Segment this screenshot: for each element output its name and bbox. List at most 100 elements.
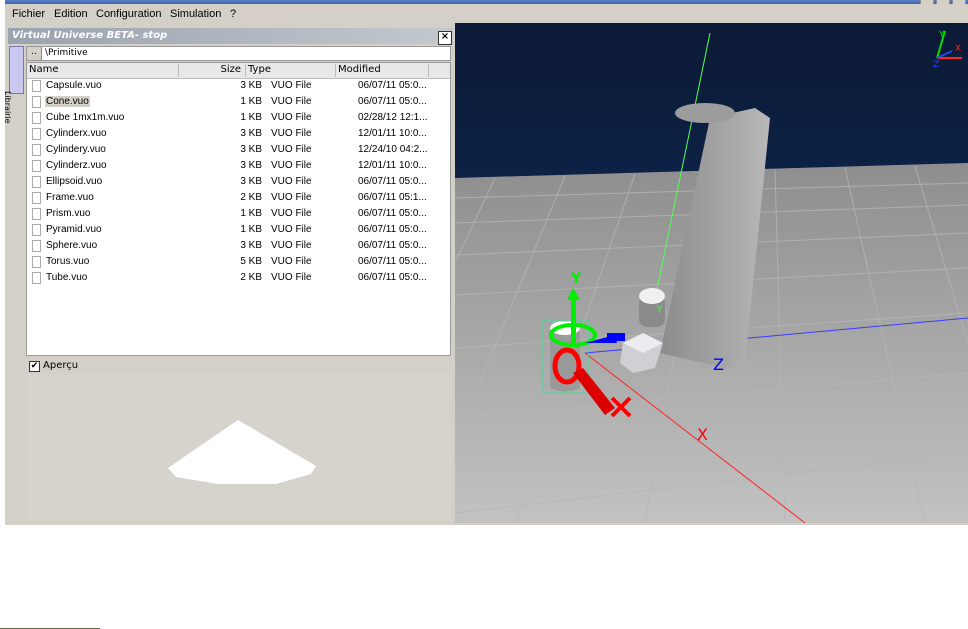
file-icon — [32, 96, 41, 108]
capsule-top — [639, 288, 665, 304]
file-row[interactable]: Sphere.vuo 3 KB VUO File 06/07/11 05:0... — [27, 238, 450, 254]
file-size: 3 KB — [240, 128, 262, 139]
file-icon — [32, 160, 41, 172]
file-modified: 06/07/11 05:0... — [358, 80, 427, 91]
file-icon — [32, 256, 41, 268]
capsule-axis-y-label: Y — [655, 303, 663, 316]
3d-viewport[interactable]: Y Z X Y Y X Z — [455, 23, 968, 523]
file-name: Torus.vuo — [46, 256, 90, 267]
file-row[interactable]: Capsule.vuo 3 KB VUO File 06/07/11 05:0... — [27, 78, 450, 94]
file-row[interactable]: Cylinderx.vuo 3 KB VUO File 12/01/11 10:0..… — [27, 126, 450, 142]
cone-shape — [168, 420, 316, 484]
file-type: VUO File — [271, 128, 312, 139]
file-row[interactable]: Pyramid.vuo 1 KB VUO File 06/07/11 05:0... — [27, 222, 450, 238]
y-move-handle[interactable] — [571, 298, 576, 343]
file-size: 3 KB — [240, 176, 262, 187]
current-path: \Primitive — [45, 48, 88, 58]
file-row[interactable]: Cylinderz.vuo 3 KB VUO File 12/01/11 10:0..… — [27, 158, 450, 174]
file-name: Pyramid.vuo — [46, 224, 102, 235]
file-name: Capsule.vuo — [46, 80, 102, 91]
file-row[interactable]: Ellipsoid.vuo 3 KB VUO File 06/07/11 05:0..… — [27, 174, 450, 190]
file-row[interactable]: Cylindery.vuo 3 KB VUO File 12/24/10 04:2..… — [27, 142, 450, 158]
menu-fichier[interactable]: Fichier — [12, 8, 45, 20]
column-header-name[interactable]: Name — [27, 64, 179, 77]
panel-title-bar: Virtual Universe BETA- stop × — [8, 28, 453, 45]
file-type: VUO File — [271, 240, 312, 251]
file-icon — [32, 240, 41, 252]
column-header-type[interactable]: Type — [246, 64, 336, 77]
file-row[interactable]: Torus.vuo 5 KB VUO File 06/07/11 05:0... — [27, 254, 450, 270]
menu-help[interactable]: ? — [230, 8, 236, 20]
file-name: Cylindery.vuo — [46, 144, 106, 155]
file-size: 1 KB — [240, 112, 262, 123]
file-type: VUO File — [271, 272, 312, 283]
cone-preview — [168, 420, 316, 484]
file-type: VUO File — [271, 176, 312, 187]
file-row[interactable]: Prism.vuo 1 KB VUO File 06/07/11 05:0... — [27, 206, 450, 222]
file-row[interactable]: Frame.vuo 2 KB VUO File 06/07/11 05:1... — [27, 190, 450, 206]
file-name: Sphere.vuo — [46, 240, 98, 251]
pillar-top — [675, 103, 735, 123]
file-modified: 12/24/10 04:2... — [358, 144, 428, 155]
tab-librairie-label: Librairie — [3, 91, 12, 124]
svg-text:X: X — [955, 44, 961, 54]
library-panel: Virtual Universe BETA- stop × Librairie … — [3, 26, 453, 522]
file-icon — [32, 144, 41, 156]
file-row[interactable]: Tube.vuo 2 KB VUO File 06/07/11 05:0... — [27, 270, 450, 286]
file-size: 5 KB — [240, 256, 262, 267]
file-name: Ellipsoid.vuo — [46, 176, 103, 187]
file-size: 1 KB — [240, 96, 262, 107]
panel-close-button[interactable]: × — [438, 31, 452, 45]
file-icon — [32, 192, 41, 204]
file-size: 2 KB — [240, 192, 262, 203]
menu-configuration[interactable]: Configuration — [96, 8, 161, 20]
file-icon — [32, 272, 41, 284]
file-icon — [32, 128, 41, 140]
file-modified: 06/07/11 05:0... — [358, 208, 427, 219]
menu-edition[interactable]: Edition — [54, 8, 88, 20]
file-modified: 06/07/11 05:0... — [358, 176, 427, 187]
column-header-size[interactable]: Size — [179, 64, 246, 77]
file-modified: 12/01/11 10:0... — [358, 128, 427, 139]
file-type: VUO File — [271, 192, 312, 203]
file-type: VUO File — [271, 80, 312, 91]
axis-label-x: X — [697, 425, 708, 444]
file-modified: 06/07/11 05:0... — [358, 224, 427, 235]
file-modified: 06/07/11 05:0... — [358, 96, 427, 107]
axis-label-z: Z — [713, 355, 724, 374]
file-icon — [32, 176, 41, 188]
file-modified: 06/07/11 05:0... — [358, 240, 427, 251]
menu-simulation[interactable]: Simulation — [170, 8, 221, 20]
file-size: 1 KB — [240, 208, 262, 219]
file-modified: 06/07/11 05:0... — [358, 256, 427, 267]
file-size: 3 KB — [240, 160, 262, 171]
file-icon — [32, 112, 41, 124]
file-name: Cylinderx.vuo — [46, 128, 107, 139]
apercu-label: Aperçu — [43, 360, 79, 371]
gizmo-y-label: Y — [570, 271, 582, 287]
tab-librairie[interactable]: Librairie — [3, 46, 24, 124]
file-size: 1 KB — [240, 224, 262, 235]
file-modified: 06/07/11 05:1... — [358, 192, 427, 203]
apercu-checkbox[interactable]: ✔ — [29, 361, 40, 372]
file-modified: 06/07/11 05:0... — [358, 272, 427, 283]
file-name: Cone.vuo — [45, 96, 90, 107]
file-row[interactable]: Cube 1mx1m.vuo 1 KB VUO File 02/28/12 12:1.… — [27, 110, 450, 126]
apercu-option: ✔ Aperçu — [26, 358, 451, 374]
file-type: VUO File — [271, 224, 312, 235]
file-type: VUO File — [271, 160, 312, 171]
file-type: VUO File — [271, 208, 312, 219]
file-name: Cylinderz.vuo — [46, 160, 107, 171]
file-type: VUO File — [271, 256, 312, 267]
file-name: Prism.vuo — [46, 208, 91, 219]
file-row[interactable]: Cone.vuo 1 KB VUO File 06/07/11 05:0... — [27, 94, 450, 110]
file-list[interactable]: Name Size Type Modified Capsule.vuo 3 KB V… — [26, 62, 451, 356]
file-icon — [32, 208, 41, 220]
up-folder-button[interactable]: .. — [27, 47, 42, 60]
path-bar: .. \Primitive — [26, 46, 451, 61]
file-type: VUO File — [271, 96, 312, 107]
file-type: VUO File — [271, 144, 312, 155]
column-header-modified[interactable]: Modified — [336, 64, 429, 77]
file-list-header: Name Size Type Modified — [27, 63, 450, 79]
scene: Y Z X Y Y X Z — [455, 23, 968, 523]
